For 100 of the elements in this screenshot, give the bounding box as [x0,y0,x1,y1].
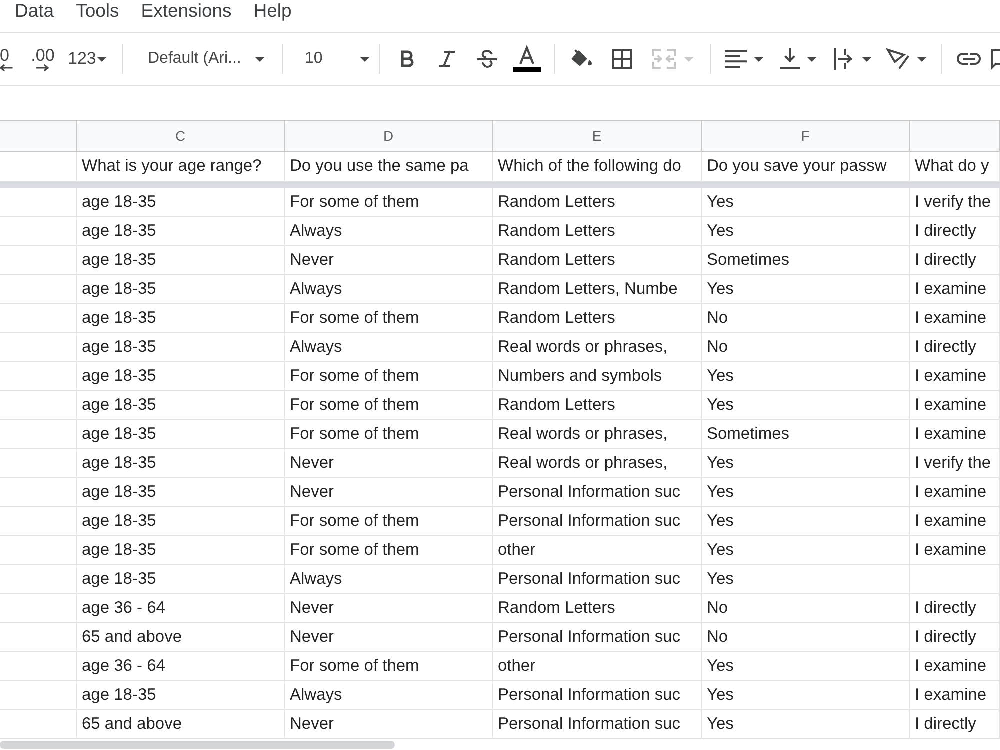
table-cell: Yes [702,536,910,565]
table-cell: Never [285,478,493,507]
table-cell: Always [285,275,493,304]
table-cell: I directly [910,217,1000,246]
number-format-dropdown[interactable]: 123 [64,41,113,77]
table-cell: Never [285,594,493,623]
table-cell: Always [285,217,493,246]
table-cell: age 18-35 [77,507,285,536]
table-cell: age 36 - 64 [77,594,285,623]
column-header[interactable]: F [702,121,910,152]
table-cell: age 18-35 [77,246,285,275]
comment-icon [991,49,1000,69]
menu-item[interactable]: Help [254,0,292,22]
text-rotation-icon [887,49,909,69]
table-cell: age 18-35 [77,565,285,594]
table-cell: Yes [702,565,910,594]
table-cell: Yes [702,217,910,246]
table-cell: I examine [910,304,1000,333]
table-cell: No [702,594,910,623]
font-size-dropdown[interactable]: 10 [292,41,370,77]
table-cell: Yes [702,681,910,710]
table-cell: For some of them [285,420,493,449]
column-header[interactable]: C [77,121,285,152]
scrollbar-thumb[interactable] [0,740,395,748]
menu-item[interactable]: Tools [76,0,120,22]
table-cell: Yes [702,188,910,217]
table-cell: No [702,623,910,652]
decrease-decimal-button[interactable]: 0 [0,41,22,77]
table-cell: age 18-35 [77,362,285,391]
table-cell: Sometimes [702,420,910,449]
table-cell: age 18-35 [77,304,285,333]
column-header[interactable]: E [493,121,702,152]
table-cell: age 18-35 [77,420,285,449]
table-cell: Real words or phrases, [493,420,702,449]
caret-icon [917,56,927,62]
table-cell: For some of them [285,391,493,420]
arrow-left-icon [0,65,12,71]
table-cell: Random Letters [493,391,702,420]
table-cell: Yes [702,362,910,391]
table-cell: I directly [910,246,1000,275]
table-cell: Numbers and symbols [493,362,702,391]
table-cell: Yes [702,275,910,304]
increase-decimal-button[interactable]: .00 [26,41,60,77]
table-cell: I directly [910,623,1000,652]
table-cell: I verify the [910,188,1000,217]
table-cell: Never [285,449,493,478]
text-color-icon [513,46,541,72]
caret-icon [862,56,872,62]
caret-icon [255,56,265,62]
table-cell: For some of them [285,536,493,565]
table-cell: Yes [702,391,910,420]
table-cell: age 18-35 [77,275,285,304]
caret-icon [754,56,764,62]
table-cell: Personal Information suc [493,710,702,739]
menu-item[interactable]: Extensions [141,0,232,22]
table-cell: age 18-35 [77,217,285,246]
table-cell: For some of them [285,507,493,536]
table-cell: I directly [910,594,1000,623]
table-cell: I examine [910,391,1000,420]
table-cell: age 18-35 [77,188,285,217]
table-cell: Sometimes [702,246,910,275]
caret-icon [97,56,107,62]
table-cell: Yes [702,449,910,478]
table-cell: Always [285,333,493,362]
align-left-icon [726,50,746,68]
table-cell: Personal Information suc [493,623,702,652]
paint-bucket-icon [571,50,593,68]
table-cell: Personal Information suc [493,681,702,710]
column-header[interactable]: D [285,121,493,152]
link-icon [957,53,981,65]
caret-icon [807,56,817,62]
align-bottom-icon [781,49,799,69]
table-cell: I examine [910,681,1000,710]
text-wrap-icon [834,49,854,69]
arrow-right-icon [37,65,49,71]
table-cell: Personal Information suc [493,507,702,536]
table-cell: Random Letters [493,304,702,333]
table-cell: I examine [910,536,1000,565]
caret-icon [360,56,370,62]
table-cell: Yes [702,507,910,536]
table-cell: For some of them [285,188,493,217]
table-cell: age 18-35 [77,449,285,478]
table-cell: age 18-35 [77,391,285,420]
table-cell: age 18-35 [77,681,285,710]
table-cell: Random Letters [493,594,702,623]
menu-item[interactable]: Data [15,0,54,22]
table-cell: Always [285,565,493,594]
caret-icon [684,56,694,62]
table-cell: Always [285,681,493,710]
table-cell: age 18-35 [77,333,285,362]
table-cell: Random Letters [493,188,702,217]
table-cell: For some of them [285,362,493,391]
bold-icon [400,51,414,67]
font-dropdown[interactable]: Default (Ari... [132,41,273,77]
table-cell: I examine [910,420,1000,449]
borders-grid-icon [612,49,632,69]
table-cell: Yes [702,652,910,681]
table-cell: Real words or phrases, [493,449,702,478]
table-cell: other [493,652,702,681]
table-cell: Random Letters [493,217,702,246]
